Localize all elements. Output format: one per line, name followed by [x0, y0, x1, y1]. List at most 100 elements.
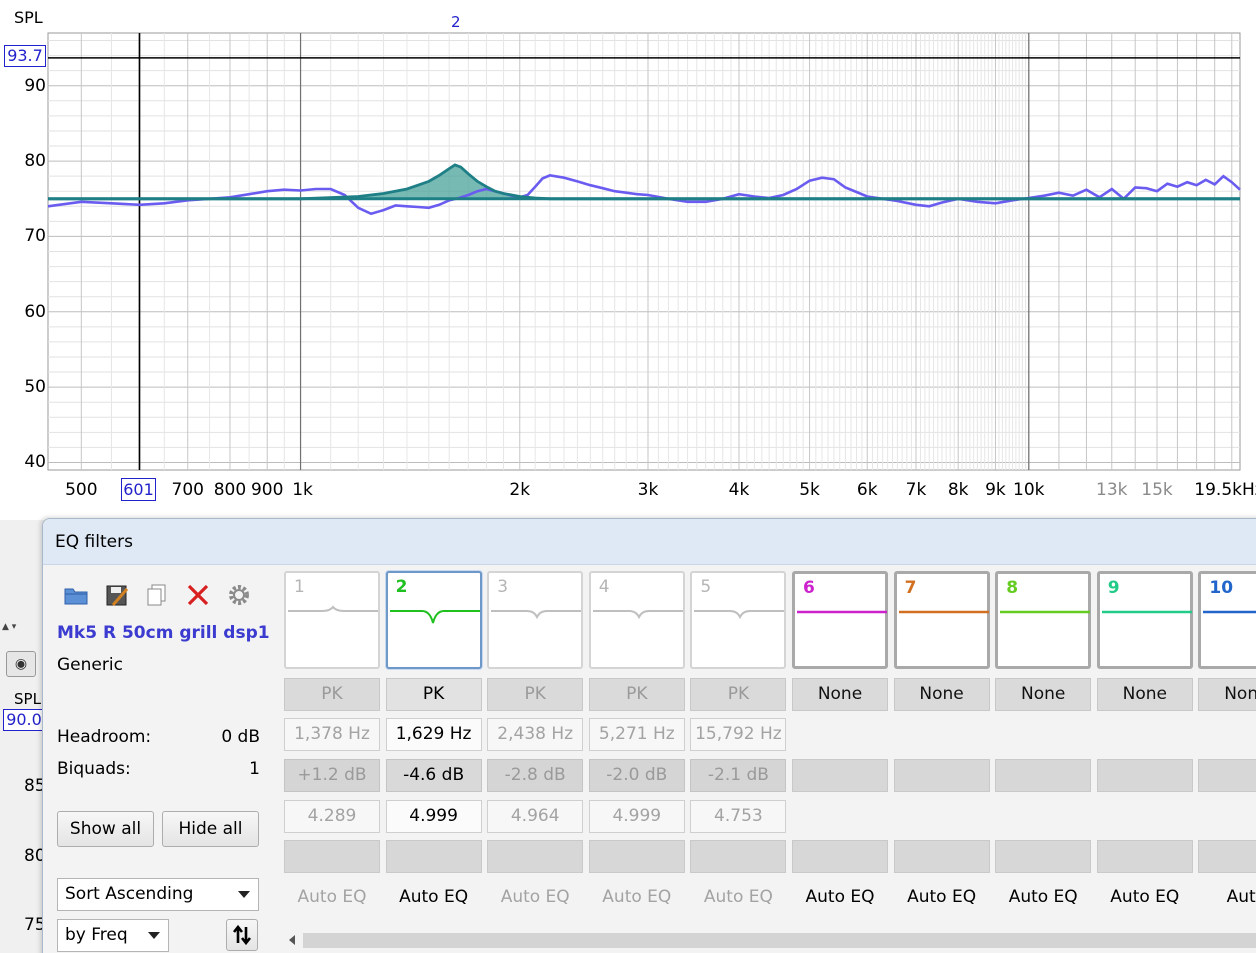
filter-mode-label[interactable]: Auto EQ	[386, 882, 482, 915]
filter-gain-field[interactable]	[792, 759, 888, 792]
filter-extra-field	[1198, 840, 1256, 873]
x-tick-label: 500	[65, 480, 98, 500]
filter-mode-label[interactable]: Auto EQ	[1097, 882, 1193, 915]
filter-type-select[interactable]: PK	[385, 678, 482, 711]
filter-frequency-field[interactable]: 1,629 Hz	[385, 718, 482, 751]
spl-graph[interactable]: SPL 2 90 80 70 60 50 40 500 700 800 900 1k 2k 3k 4k 5…	[0, 0, 1256, 520]
filter-type-select[interactable]: None	[1198, 678, 1256, 711]
filter-number: 3	[497, 577, 509, 597]
copy-icon[interactable]	[144, 582, 170, 608]
filter-mode-label[interactable]: Auto EQ	[894, 882, 990, 915]
filter-frequency-field[interactable]: 2,438 Hz	[487, 718, 584, 751]
filter-marker-label[interactable]: 2	[451, 13, 461, 31]
filter-type-select[interactable]: None	[792, 678, 888, 711]
filter-type-select[interactable]: PK	[588, 678, 685, 711]
capture-button[interactable]: ◉	[6, 651, 36, 677]
filter-mode-label[interactable]: Auto EQ	[487, 882, 583, 915]
filter-gain-field[interactable]	[995, 759, 1092, 792]
filter-thumbnail[interactable]: 1	[284, 571, 380, 669]
filters-scrollbar[interactable]	[287, 929, 1256, 951]
filter-thumbnail[interactable]: 9	[1096, 571, 1193, 669]
x-tick-label: 8k	[947, 480, 969, 500]
filter-type-select[interactable]: None	[995, 678, 1092, 711]
filter-frequency-field[interactable]: 15,792 Hz	[690, 718, 787, 751]
equaliser-type[interactable]: Generic	[57, 655, 123, 675]
filter-number: 10	[1209, 578, 1234, 598]
filter-extra-field	[1096, 840, 1193, 873]
settings-icon[interactable]	[226, 582, 252, 608]
filter-gain-field[interactable]: +1.2 dB	[284, 759, 380, 792]
filter-number: 2	[395, 577, 408, 597]
filter-frequency-field[interactable]: 1,378 Hz	[284, 718, 380, 751]
filter-mode-label[interactable]: Auto	[1198, 882, 1256, 915]
filter-q-field[interactable]: 4.964	[487, 800, 584, 833]
filter-thumbnail[interactable]: 3	[487, 571, 584, 669]
filter-type-select[interactable]: PK	[487, 678, 584, 711]
filter-gain-field[interactable]	[1198, 759, 1256, 792]
show-all-button[interactable]: Show all	[57, 811, 154, 847]
filter-thumbnail[interactable]: 4	[588, 571, 685, 669]
filter-extra-field	[588, 840, 685, 873]
graph-canvas[interactable]	[0, 0, 1256, 520]
y-tick-label: 90	[24, 75, 46, 96]
filter-number: 6	[803, 578, 815, 598]
filter-gain-field[interactable]: -2.0 dB	[588, 759, 685, 792]
filter-q-field[interactable]: 4.999	[588, 800, 685, 833]
filter-mode-label[interactable]: Auto EQ	[284, 882, 380, 915]
filter-gain-field[interactable]: -2.1 dB	[690, 759, 787, 792]
x-tick-label: 6k	[856, 480, 878, 500]
filter-type-select[interactable]: PK	[690, 678, 787, 711]
headroom-label: Headroom:	[57, 727, 152, 747]
folder-icon[interactable]	[63, 582, 89, 608]
filter-q-field[interactable]: 4.289	[284, 800, 380, 833]
filter-extra-field	[690, 840, 787, 873]
filter-q-field[interactable]: 4.753	[690, 800, 787, 833]
filter-frequency-field[interactable]: 5,271 Hz	[588, 718, 685, 751]
sort-direction-button[interactable]	[226, 919, 258, 951]
filter-mode-label[interactable]: Auto EQ	[792, 882, 888, 915]
save-icon[interactable]	[104, 582, 130, 608]
filter-number: 4	[598, 577, 610, 597]
eq-filters-panel: EQ filters Mk5 R 50cm grill dsp1 Generic…	[42, 518, 1256, 953]
filter-thumbnail[interactable]: 7	[893, 571, 990, 669]
filter-number: 9	[1107, 578, 1120, 598]
filter-thumbnail[interactable]: 2	[385, 571, 482, 669]
panel-titlebar[interactable]: EQ filters	[43, 519, 1256, 565]
filter-extra-field	[792, 840, 888, 873]
filter-thumbnail[interactable]: 6	[792, 571, 888, 669]
delete-icon[interactable]	[185, 582, 211, 608]
camera-icon: ◉	[14, 656, 28, 672]
x-tick-label: 1k	[292, 480, 313, 500]
filter-gain-field[interactable]: -2.8 dB	[487, 759, 584, 792]
sort-by-select[interactable]: by Freq	[57, 919, 169, 952]
background-cursor-readout: 90.0	[3, 709, 45, 731]
filter-number: 8	[1006, 578, 1019, 598]
scrollbar-thumb[interactable]	[303, 933, 1256, 948]
filter-thumbnail[interactable]: 5	[690, 571, 787, 669]
hide-all-button[interactable]: Hide all	[162, 811, 259, 847]
y-tick-label: 70	[24, 226, 46, 247]
cursor-y-readout: 93.7	[4, 45, 46, 67]
filter-extra-field	[893, 840, 990, 873]
filter-extra-field	[995, 840, 1092, 873]
filter-gain-field[interactable]	[1096, 759, 1193, 792]
filter-mode-label[interactable]: Auto EQ	[589, 882, 685, 915]
filter-q-field[interactable]: 4.999	[385, 800, 482, 833]
sort-order-select[interactable]: Sort Ascending	[57, 878, 259, 911]
scroll-left-icon[interactable]	[289, 935, 295, 945]
y-axis-title: SPL	[14, 8, 43, 27]
background-toolbar: ▲ ▾	[2, 622, 17, 632]
x-tick-label: 3k	[637, 480, 659, 500]
filter-mode-label[interactable]: Auto EQ	[995, 882, 1091, 915]
headroom-value: 0 dB	[221, 727, 260, 747]
x-tick-label: 15k	[1141, 480, 1173, 500]
filter-gain-field[interactable]	[893, 759, 990, 792]
filter-type-select[interactable]: None	[893, 678, 990, 711]
filter-gain-field[interactable]: -4.6 dB	[385, 759, 482, 792]
filter-mode-label[interactable]: Auto EQ	[690, 882, 786, 915]
filter-type-select[interactable]: None	[1096, 678, 1193, 711]
filter-thumbnail[interactable]: 8	[995, 571, 1092, 669]
filter-thumbnail[interactable]: 10	[1198, 571, 1256, 669]
filter-type-select[interactable]: PK	[284, 678, 380, 711]
filter-number: 5	[700, 577, 712, 597]
